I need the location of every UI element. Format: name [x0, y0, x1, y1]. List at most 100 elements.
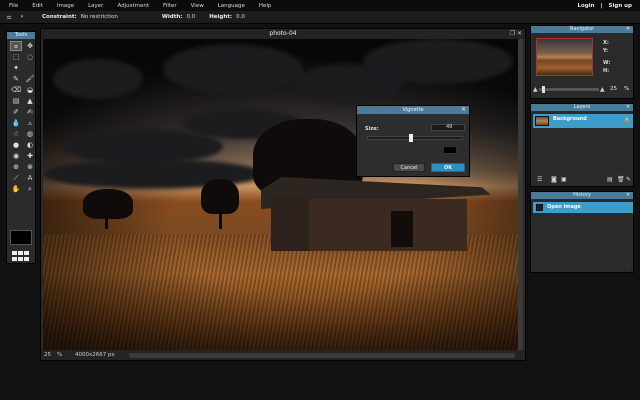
menu-bar: File Edit Image Layer Adjustment Filter …: [0, 0, 640, 11]
vignette-dialog: Vignette ✕ Size: 49 Cancel OK: [356, 105, 470, 177]
close-icon[interactable]: ✕: [461, 106, 466, 114]
magic-wand-tool-icon[interactable]: ✦: [10, 63, 22, 73]
close-icon[interactable]: ✕: [626, 26, 630, 33]
zoom-out-icon[interactable]: ▲: [533, 86, 538, 93]
gradient-tool-icon[interactable]: ▤: [10, 96, 22, 106]
move-tool-icon[interactable]: ✥: [24, 41, 36, 51]
barn-door-shape: [391, 211, 413, 247]
eyedropper-tool-icon[interactable]: ⟋: [10, 173, 22, 183]
layers-header: Layers ✕: [531, 104, 633, 111]
spot-heal-tool-icon[interactable]: ✚: [24, 151, 36, 161]
layer-settings-icon[interactable]: ☰: [537, 176, 542, 183]
size-value-field[interactable]: 49: [431, 124, 465, 131]
brush-tool-icon[interactable]: 🖌: [24, 74, 36, 84]
size-slider-handle[interactable]: [409, 134, 414, 142]
sponge-tool-icon[interactable]: ◍: [24, 129, 36, 139]
tools-panel-title: Tools: [7, 32, 35, 39]
menu-edit[interactable]: Edit: [32, 3, 43, 9]
signup-link[interactable]: Sign up: [609, 3, 632, 9]
vignette-title: Vignette: [402, 107, 424, 113]
red-eye-tool-icon[interactable]: ◉: [10, 151, 22, 161]
image-window-titlebar[interactable]: photo-04 ❐ ✕: [41, 29, 525, 39]
grid-view-icon[interactable]: [12, 251, 30, 261]
zoom-unit: %: [624, 86, 630, 92]
vignette-color-swatch[interactable]: [443, 146, 457, 154]
layer-mask-icon[interactable]: ◙: [551, 176, 557, 183]
navigator-thumbnail[interactable]: [536, 38, 593, 76]
blank-tool-slot[interactable]: [24, 63, 36, 73]
zoom-in-icon[interactable]: ▲: [600, 86, 605, 93]
width-field[interactable]: 0.0: [186, 14, 195, 20]
y-label: Y:: [603, 48, 609, 54]
layer-menu-icon[interactable]: ✎: [626, 176, 631, 183]
crop-tool-icon: ⌗: [6, 12, 12, 22]
zoom-unit: %: [57, 352, 63, 358]
zoom-tool-icon[interactable]: ⌕: [24, 184, 36, 194]
horizontal-scrollbar[interactable]: [129, 353, 515, 358]
menu-adjustment[interactable]: Adjustment: [117, 3, 149, 9]
bucket-tool-icon[interactable]: ◒: [24, 85, 36, 95]
layer-style-icon[interactable]: ▣: [561, 176, 567, 183]
new-layer-icon[interactable]: ▤: [607, 176, 613, 183]
height-label: Height:: [209, 14, 233, 20]
resize-grip-icon[interactable]: ⋰: [626, 264, 631, 270]
marquee-tool-icon[interactable]: ⬚: [10, 52, 22, 62]
smudge-tool-icon[interactable]: ☝: [10, 129, 22, 139]
type-tool-icon[interactable]: A: [24, 173, 36, 183]
history-item[interactable]: Open image: [533, 202, 633, 213]
menu-view[interactable]: View: [191, 3, 204, 9]
menu-image[interactable]: Image: [57, 3, 74, 9]
width-label: Width:: [161, 14, 183, 20]
zoom-field[interactable]: 25: [44, 350, 51, 360]
height-field[interactable]: 0.0: [236, 14, 245, 20]
image-title: photo-04: [269, 30, 297, 37]
zoom-slider-handle[interactable]: [542, 86, 545, 93]
eraser-tool-icon[interactable]: ⌫: [10, 85, 22, 95]
image-canvas[interactable]: [43, 39, 519, 352]
burn-tool-icon[interactable]: ◐: [24, 140, 36, 150]
color-replace-tool-icon[interactable]: ✐: [10, 107, 22, 117]
zoom-value-field[interactable]: 25: [610, 86, 617, 92]
w-label: W:: [603, 60, 611, 66]
restore-icon[interactable]: ❐: [510, 30, 515, 37]
lasso-tool-icon[interactable]: ◌: [24, 52, 36, 62]
history-item-label: Open image: [547, 204, 581, 210]
close-icon[interactable]: ✕: [626, 192, 630, 199]
close-icon[interactable]: ✕: [626, 104, 630, 111]
blur-tool-icon[interactable]: 💧: [10, 118, 22, 128]
size-slider[interactable]: [367, 134, 463, 142]
image-dimensions: 4000x2667 px: [75, 352, 115, 358]
navigator-title: Navigator: [569, 26, 595, 32]
clone-stamp-tool-icon[interactable]: ▲: [24, 96, 36, 106]
login-link[interactable]: Login: [577, 3, 594, 9]
draw-tool-icon[interactable]: ✍: [24, 107, 36, 117]
hand-tool-icon[interactable]: ✋: [10, 184, 22, 194]
vertical-scrollbar[interactable]: [518, 39, 523, 352]
primary-color-swatch[interactable]: [10, 230, 32, 245]
tree-trunk-shape: [105, 214, 108, 229]
crop-tool-icon[interactable]: ⌗: [10, 41, 22, 51]
chevron-down-icon[interactable]: ▾: [16, 14, 28, 20]
menu-filter[interactable]: Filter: [163, 3, 177, 9]
menu-language[interactable]: Language: [218, 3, 245, 9]
cancel-button[interactable]: Cancel: [393, 163, 425, 172]
sharpen-tool-icon[interactable]: ▵: [24, 118, 36, 128]
delete-layer-icon[interactable]: 🗑: [617, 176, 625, 183]
bloat-tool-icon[interactable]: ⊕: [10, 162, 22, 172]
image-status-bar: 25 % 4000x2667 px: [41, 350, 525, 360]
menu-help[interactable]: Help: [259, 3, 272, 9]
layer-row[interactable]: Background 🔒: [533, 114, 633, 128]
ok-button[interactable]: OK: [431, 163, 465, 172]
barn-side-shape: [271, 199, 309, 251]
menu-layer[interactable]: Layer: [88, 3, 103, 9]
constraint-select[interactable]: No restriction: [81, 14, 118, 20]
menu-file[interactable]: File: [9, 3, 18, 9]
close-icon[interactable]: ✕: [517, 30, 522, 37]
zoom-slider[interactable]: [539, 86, 599, 93]
pinch-tool-icon[interactable]: ⊗: [24, 162, 36, 172]
navigator-header: Navigator ✕: [531, 26, 633, 33]
dodge-tool-icon[interactable]: ●: [10, 140, 22, 150]
vignette-dialog-title[interactable]: Vignette ✕: [357, 106, 469, 114]
size-label: Size:: [365, 126, 379, 132]
pencil-tool-icon[interactable]: ✎: [10, 74, 22, 84]
